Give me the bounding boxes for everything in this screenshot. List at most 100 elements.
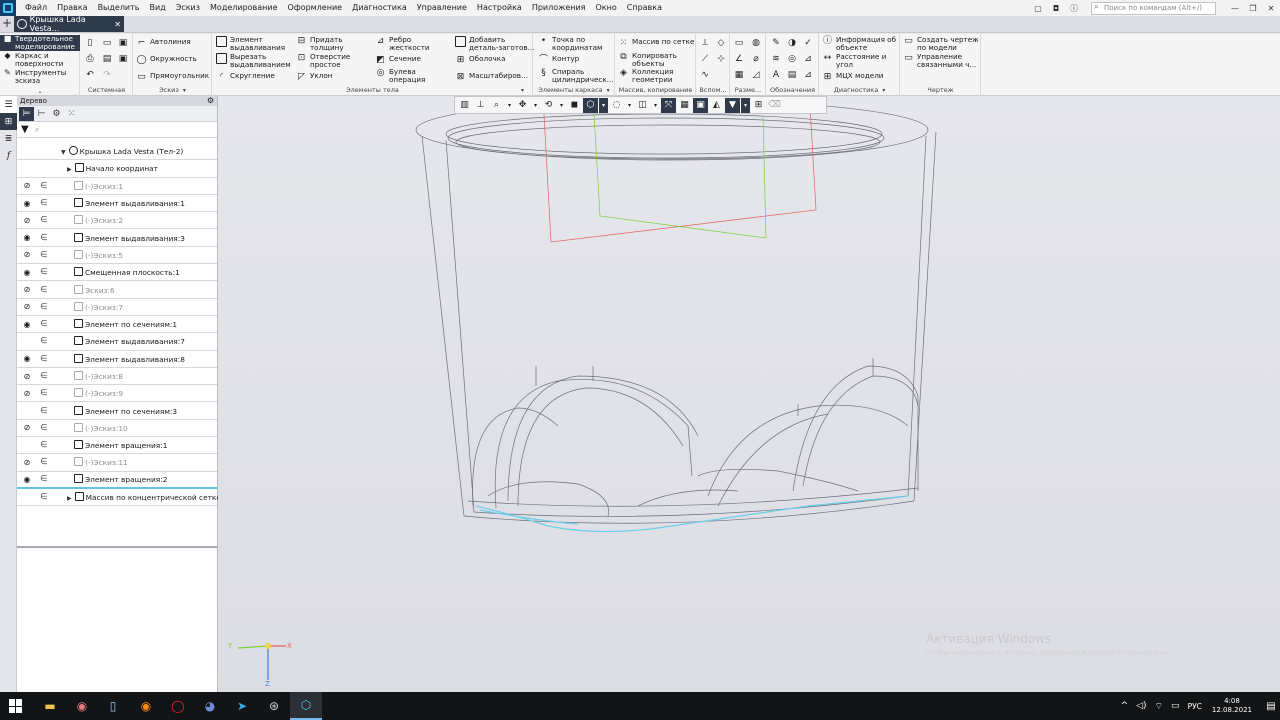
group-caption[interactable]: Эскиз ▾ bbox=[134, 86, 211, 95]
tree-row[interactable]: ⊘ ∈ (-)Эскиз:10 bbox=[17, 420, 217, 438]
chevron-up-icon[interactable]: ^ bbox=[1121, 701, 1129, 711]
expand-arrow-icon[interactable]: ▶ bbox=[67, 495, 72, 502]
chevron-down-icon[interactable]: ▾ bbox=[625, 98, 634, 113]
tree-row[interactable]: ∈ Элемент по сечениям:3 bbox=[17, 402, 217, 420]
menu-item[interactable]: Диагностика bbox=[347, 0, 412, 16]
thread-icon[interactable]: ≋ bbox=[770, 53, 782, 65]
eraser-icon[interactable]: ⌫ bbox=[767, 98, 782, 113]
include-icon[interactable]: ∈ bbox=[39, 474, 49, 484]
menu-item[interactable]: Вид bbox=[145, 0, 171, 16]
paint-icon[interactable]: ◉ bbox=[68, 692, 96, 720]
redo-icon[interactable]: ↷ bbox=[101, 69, 113, 81]
print-icon[interactable]: ⎙ bbox=[84, 53, 96, 65]
aux-curve-icon[interactable]: ∿ bbox=[699, 69, 711, 81]
menu-item[interactable]: Файл bbox=[20, 0, 52, 16]
autoline-button[interactable]: ⌐ Автолиния bbox=[136, 38, 191, 49]
include-icon[interactable]: ∈ bbox=[39, 492, 49, 502]
eye-hidden-icon[interactable]: ⊘ bbox=[21, 302, 33, 311]
table-icon[interactable]: ▤ bbox=[786, 69, 798, 81]
eye-hidden-icon[interactable]: ⊘ bbox=[21, 285, 33, 294]
helix-button[interactable]: § Спираль цилиндрическ... bbox=[538, 68, 616, 83]
restore-icon[interactable]: ❐ bbox=[1246, 2, 1260, 14]
leader-icon[interactable]: ✎ bbox=[770, 37, 782, 49]
tree-row[interactable]: ∈ ▶ Массив по концентрической сетке bbox=[17, 489, 221, 507]
clock[interactable]: 4:08 12.08.2021 bbox=[1212, 697, 1252, 715]
include-icon[interactable]: ∈ bbox=[39, 406, 49, 416]
include-icon[interactable]: ∈ bbox=[39, 457, 49, 467]
distance-angle-button[interactable]: ↔ Расстояние и угол bbox=[822, 53, 888, 68]
boolean-button[interactable]: ◎ Булева операция bbox=[375, 68, 434, 83]
cut-extrude-button[interactable]: Вырезать выдавливанием bbox=[216, 53, 294, 68]
include-icon[interactable]: ∈ bbox=[39, 267, 49, 277]
eye-hidden-icon[interactable]: ⊘ bbox=[21, 216, 33, 225]
include-icon[interactable]: ∈ bbox=[39, 181, 49, 191]
undo-icon[interactable]: ↶ bbox=[84, 69, 96, 81]
include-icon[interactable]: ∈ bbox=[39, 319, 49, 329]
chevron-down-icon[interactable]: ▾ bbox=[557, 98, 566, 113]
measure-icon[interactable]: ⊞ bbox=[751, 98, 766, 113]
tree-row[interactable]: ⊘ ∈ (-)Эскиз:8 bbox=[17, 368, 217, 386]
start-button[interactable] bbox=[0, 692, 32, 720]
close-icon[interactable]: ✕ bbox=[1264, 2, 1278, 14]
contour-button[interactable]: ⌒ Контур bbox=[538, 55, 579, 66]
save-as-icon[interactable]: ▣ bbox=[117, 53, 129, 65]
aux-point-icon[interactable]: ⊹ bbox=[715, 53, 727, 65]
filter-icon[interactable]: ▼ bbox=[725, 97, 740, 113]
tree-root-row[interactable]: ▼ Крышка Lada Vesta (Тел-2) bbox=[17, 143, 217, 161]
search-icon[interactable]: ⌕ bbox=[35, 125, 40, 135]
tree-row[interactable]: ∈ Элемент выдавливания:7 bbox=[17, 333, 217, 351]
steam-icon[interactable]: ⊛ bbox=[258, 692, 290, 720]
eye-hidden-icon[interactable]: ⊘ bbox=[21, 372, 33, 381]
include-icon[interactable]: ∈ bbox=[39, 336, 49, 346]
eye-icon[interactable]: ◉ bbox=[21, 199, 33, 208]
tree-links-icon[interactable]: ⊢ bbox=[34, 107, 49, 121]
copy-objects-button[interactable]: ⧉ Копировать объекты bbox=[618, 52, 687, 67]
circle-button[interactable]: ◯ Окружность bbox=[136, 55, 196, 66]
eye-hidden-icon[interactable]: ⊘ bbox=[21, 423, 33, 432]
tolerance-icon[interactable]: ◎ bbox=[786, 53, 798, 65]
view-menu-icon[interactable]: ▥ bbox=[457, 98, 472, 113]
wireframe-icon[interactable]: ⬡ bbox=[583, 97, 598, 113]
menu-item[interactable]: Приложения bbox=[527, 0, 591, 16]
layout-icon[interactable]: ▦ bbox=[677, 98, 692, 113]
group-caption[interactable]: Элементы тела ▾ bbox=[213, 86, 532, 95]
aux-line-icon[interactable]: ⟋ bbox=[699, 53, 711, 65]
manage-drawings-button[interactable]: ▭ Управление связанными ч... bbox=[903, 53, 979, 68]
tree-row[interactable]: ⊘ ∈ (-)Эскиз:11 bbox=[17, 454, 217, 472]
rectangle-button[interactable]: ▭ Прямоугольник bbox=[136, 72, 209, 83]
menu-item[interactable]: Эскиз bbox=[171, 0, 205, 16]
tree-row[interactable]: ◉ ∈ Элемент выдавливания:8 bbox=[17, 351, 217, 368]
notepad-icon[interactable]: ▯ bbox=[96, 692, 130, 720]
mode-sketch-tools[interactable]: ✎ Инструменты эскиза bbox=[0, 69, 80, 85]
include-icon[interactable]: ∈ bbox=[39, 388, 49, 398]
notifications-icon[interactable]: ▤ bbox=[1262, 692, 1280, 720]
mass-properties-button[interactable]: ⊞ МЦХ модели bbox=[822, 72, 884, 83]
add-part-button[interactable]: Добавить деталь-заготов... bbox=[455, 36, 535, 51]
include-icon[interactable]: ∈ bbox=[39, 198, 49, 208]
menu-item[interactable]: Оформление bbox=[283, 0, 348, 16]
tree-row[interactable]: ◉ ∈ Элемент выдавливания:1 bbox=[17, 195, 217, 213]
pan-icon[interactable]: ✥ bbox=[515, 98, 530, 113]
expand-arrow-icon[interactable]: ▼ bbox=[61, 149, 66, 156]
text-icon[interactable]: A bbox=[770, 69, 782, 81]
eye-hidden-icon[interactable]: ⊘ bbox=[21, 389, 33, 398]
mode-solid-modeling[interactable]: ■ Твердотельное моделирование bbox=[0, 35, 80, 51]
include-icon[interactable]: ∈ bbox=[39, 354, 49, 364]
network-icon[interactable]: ⌔ bbox=[1155, 701, 1163, 712]
roughness-icon[interactable]: ✓ bbox=[802, 37, 814, 49]
display-icon[interactable]: ▣ bbox=[693, 97, 708, 113]
kompas-icon[interactable]: ⬡ bbox=[290, 692, 322, 720]
chevron-down-icon[interactable]: ▾ bbox=[651, 98, 660, 113]
volume-icon[interactable]: ◁) bbox=[1136, 701, 1146, 711]
tree-filter-bar[interactable]: ▼ ⌕ bbox=[17, 121, 217, 138]
diameter-dim-icon[interactable]: ⌀ bbox=[750, 53, 762, 65]
aux-plane-icon[interactable]: ◇ bbox=[715, 37, 727, 49]
opera-icon[interactable]: ◯ bbox=[162, 692, 194, 720]
new-file-icon[interactable]: ▯ bbox=[84, 37, 96, 49]
save-icon[interactable]: ▣ bbox=[117, 37, 129, 49]
snap-icon[interactable]: ⤧ bbox=[661, 97, 676, 113]
menu-item[interactable]: Правка bbox=[52, 0, 92, 16]
tree-row[interactable]: ◉ ∈ Элемент по сечениям:1 bbox=[17, 316, 217, 334]
thicken-button[interactable]: ⊟ Придать толщину bbox=[296, 36, 360, 51]
chevron-down-icon[interactable]: ▾ bbox=[741, 97, 750, 113]
